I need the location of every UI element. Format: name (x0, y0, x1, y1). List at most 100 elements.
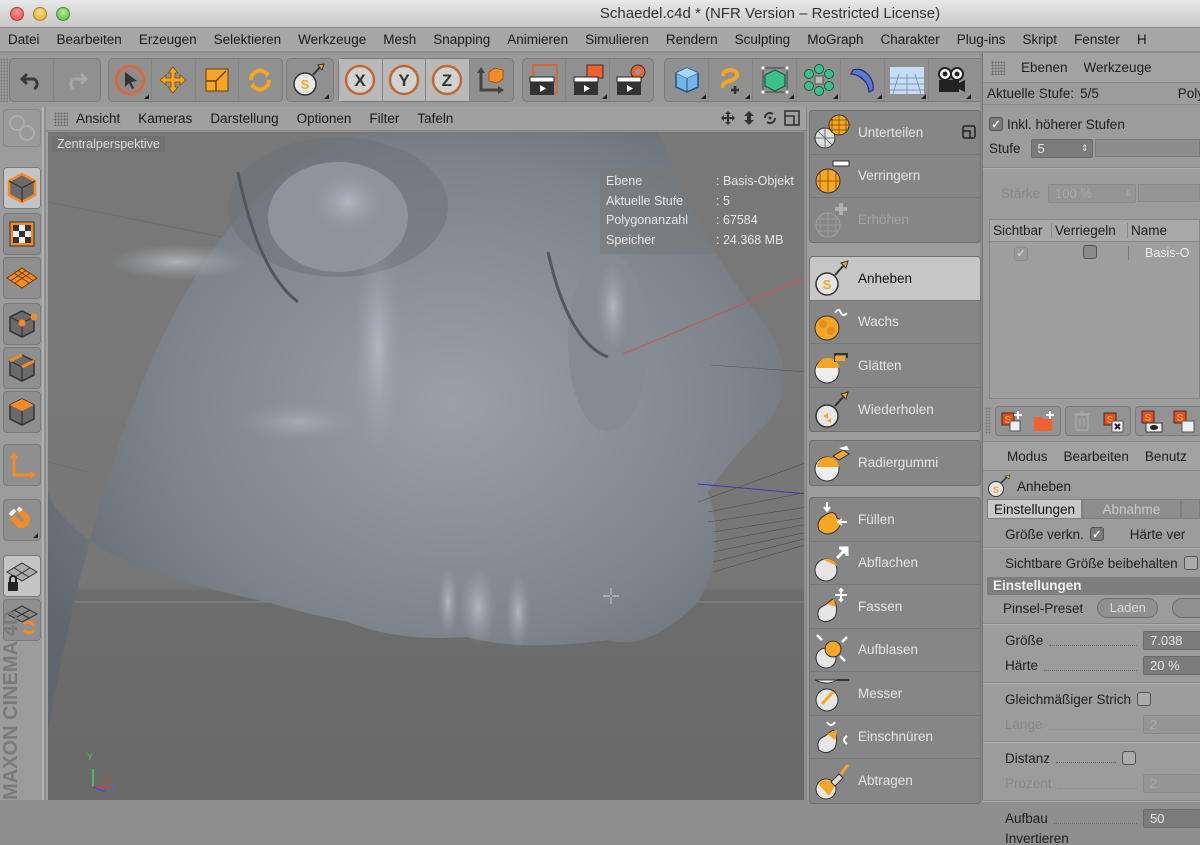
viewport-menu-filter[interactable]: Filter (369, 111, 399, 126)
strength-slider[interactable] (1138, 184, 1200, 202)
menu-animieren[interactable]: Animieren (507, 28, 568, 51)
viewport-solo-button[interactable] (3, 109, 41, 147)
tab-more[interactable] (1180, 499, 1200, 519)
scale-button[interactable] (196, 59, 239, 101)
polygons-mode-button[interactable] (3, 391, 41, 433)
viewport-menu-optionen[interactable]: Optionen (297, 111, 352, 126)
layer-row[interactable]: ✓ Basis-O (990, 242, 1199, 264)
delete-layer-button[interactable] (1066, 407, 1098, 435)
distance-checkbox[interactable] (1122, 751, 1137, 765)
percent-field[interactable]: 2 (1143, 774, 1200, 793)
menu-bearbeiten[interactable]: Bearbeiten (57, 28, 122, 51)
tool-verringern[interactable]: Verringern (810, 155, 980, 198)
column-sichtbar[interactable]: Sichtbar (990, 223, 1052, 238)
lock-checkbox[interactable] (1083, 244, 1097, 259)
cube-button[interactable] (665, 59, 709, 101)
save-preset-button[interactable] (1172, 598, 1200, 618)
panel-layout-icon[interactable] (962, 125, 976, 139)
menu-h[interactable]: H (1137, 28, 1147, 51)
menu-bearbeiten[interactable]: Bearbeiten (1064, 449, 1129, 464)
orbit-view-icon[interactable] (762, 110, 778, 126)
size-field[interactable]: 7.038 (1143, 631, 1200, 650)
layer-edit-button[interactable]: S (1168, 407, 1200, 435)
z-axis-toggle[interactable]: Z (426, 59, 470, 101)
steady-stroke-checkbox[interactable] (1137, 692, 1152, 706)
tool-radiergummi[interactable]: Radiergummi (810, 441, 980, 485)
menu-mograph[interactable]: MoGraph (807, 28, 863, 51)
layer-visibility-button[interactable]: S (1136, 407, 1168, 435)
zoom-view-icon[interactable] (742, 110, 756, 126)
menu-modus[interactable]: Modus (1007, 449, 1048, 464)
3d-viewport[interactable]: Zentralperspektive Ebene: Basis-Objekt A… (46, 132, 804, 800)
tool-fassen[interactable]: Fassen (810, 585, 980, 629)
tool-aufblasen[interactable]: Aufblasen (810, 629, 980, 672)
section-einstellungen[interactable]: Einstellungen (987, 577, 1200, 595)
toggle-layout-icon[interactable] (784, 110, 800, 126)
pan-view-icon[interactable] (720, 110, 736, 126)
undo-button[interactable] (10, 59, 54, 101)
menu-erzeugen[interactable]: Erzeugen (139, 28, 197, 51)
texture-mode-button[interactable] (3, 213, 41, 255)
y-axis-toggle[interactable]: Y (382, 59, 426, 101)
column-name[interactable]: Name (1128, 223, 1167, 238)
menu-snapping[interactable]: Snapping (433, 28, 490, 51)
tool-einschnueren[interactable]: Einschnüren (810, 716, 980, 759)
new-folder-button[interactable] (1028, 407, 1060, 435)
tool-wachs[interactable]: Wachs (810, 301, 980, 344)
snap-button[interactable] (3, 499, 41, 541)
rotate-button[interactable] (239, 59, 282, 101)
viewport-menu-darstellung[interactable]: Darstellung (210, 111, 278, 126)
level-field[interactable]: 5 ⇕ (1030, 138, 1093, 158)
tab-abnahme[interactable]: Abnahme (1082, 499, 1181, 519)
array-button[interactable] (797, 59, 841, 101)
subdivision-surface-button[interactable] (753, 59, 797, 101)
buildup-field[interactable]: 50 (1143, 809, 1200, 828)
include-higher-checkbox[interactable]: ✓ (989, 117, 1003, 131)
hardness-field[interactable]: 20 % (1143, 656, 1200, 675)
deformer-button[interactable] (841, 59, 885, 101)
spline-button[interactable] (709, 59, 753, 101)
viewport-menu-tafeln[interactable]: Tafeln (417, 111, 453, 126)
layer-name[interactable]: Basis-O (1128, 246, 1189, 260)
menu-selektieren[interactable]: Selektieren (214, 28, 282, 51)
points-mode-button[interactable] (3, 303, 41, 345)
tab-einstellungen[interactable]: Einstellungen (987, 499, 1083, 519)
tool-glaetten[interactable]: Glätten (810, 344, 980, 388)
tool-erhoehen[interactable]: Erhöhen (810, 198, 980, 242)
menu-rendern[interactable]: Rendern (666, 28, 718, 51)
keep-visible-size-checkbox[interactable] (1183, 556, 1198, 570)
stepper-icon[interactable]: ⇕ (1124, 185, 1132, 202)
menu-skript[interactable]: Skript (1023, 28, 1058, 51)
tool-fuellen[interactable]: Füllen (810, 498, 980, 542)
sculpt-brush-button[interactable]: S (287, 59, 331, 101)
redo-button[interactable] (54, 59, 98, 101)
tool-abflachen[interactable]: Abflachen (810, 542, 980, 585)
viewport-menu-ansicht[interactable]: Ansicht (76, 111, 120, 126)
level-slider[interactable] (1094, 139, 1200, 157)
tab-ebenen[interactable]: Ebenen (1021, 60, 1068, 75)
menu-plug-ins[interactable]: Plug-ins (957, 28, 1006, 51)
menu-mesh[interactable]: Mesh (383, 28, 416, 51)
length-field[interactable]: 2 (1143, 715, 1200, 734)
toolbar-grip[interactable] (985, 407, 991, 435)
edges-mode-button[interactable] (3, 347, 41, 389)
menu-simulieren[interactable]: Simulieren (585, 28, 649, 51)
tool-anheben[interactable]: S Anheben (810, 257, 980, 301)
size-link-checkbox[interactable]: ✓ (1089, 527, 1104, 541)
tool-unterteilen[interactable]: Unterteilen (810, 111, 980, 155)
load-preset-button[interactable]: Laden (1097, 598, 1159, 618)
toolbar-grip[interactable] (0, 58, 8, 102)
render-view-button[interactable] (523, 59, 567, 101)
render-settings-button[interactable] (610, 59, 653, 101)
floor-button[interactable] (885, 59, 929, 101)
camera-button[interactable] (929, 59, 973, 101)
menu-charakter[interactable]: Charakter (880, 28, 939, 51)
menu-werkzeuge[interactable]: Werkzeuge (298, 28, 366, 51)
column-verriegeln[interactable]: Verriegeln (1052, 223, 1128, 238)
render-picture-viewer-button[interactable] (566, 59, 610, 101)
move-button[interactable] (152, 59, 196, 101)
locked-workplane-button[interactable] (3, 555, 41, 597)
new-layer-button[interactable]: S (996, 407, 1028, 435)
x-axis-toggle[interactable]: X (339, 59, 383, 101)
menu-benutzer[interactable]: Benutz (1145, 449, 1187, 464)
